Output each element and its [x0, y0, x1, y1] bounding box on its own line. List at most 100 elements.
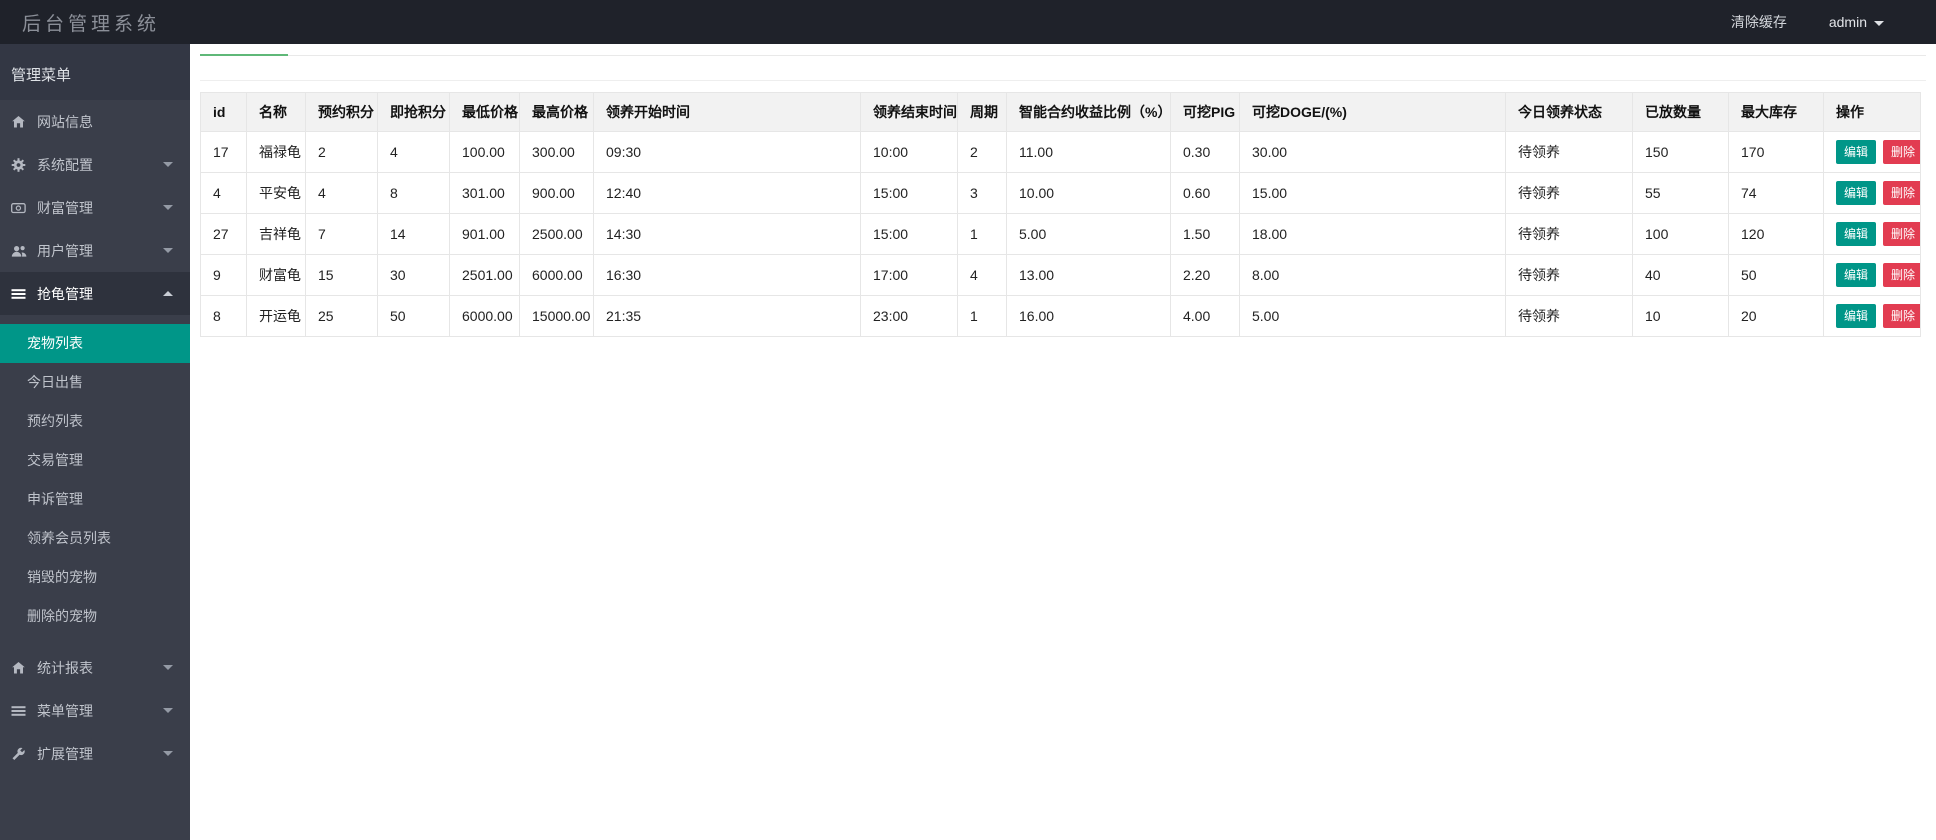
sidebar-item-extension-management[interactable]: 扩展管理 [0, 732, 190, 775]
cell-adopt-end-time: 17:00 [861, 255, 958, 296]
money-icon [11, 200, 28, 215]
sidebar-item-label: 系统配置 [37, 155, 93, 175]
main-content: 抢购列表仓库列表添加 id名称预约积分即抢积分最低价格最高价格领养开始时间领养结… [190, 16, 1936, 337]
cell-id: 4 [201, 173, 247, 214]
sidebar-subitem-adopter-member-list[interactable]: 领养会员列表 [0, 519, 190, 558]
sidebar-subitem-today-sales[interactable]: 今日出售 [0, 363, 190, 402]
user-menu[interactable]: admin [1829, 14, 1884, 30]
cell-name: 吉祥龟 [247, 214, 306, 255]
cell-adopt-start-time: 16:30 [594, 255, 861, 296]
cell-cycle: 1 [958, 214, 1007, 255]
cell-name: 平安龟 [247, 173, 306, 214]
cell-adopt-end-time: 15:00 [861, 214, 958, 255]
cell-contract-yield-percent-day: 5.00 [1007, 214, 1171, 255]
cell-today-adopt-status: 待领养 [1506, 173, 1633, 214]
wrench-icon [11, 746, 28, 761]
cell-minable-pig: 2.20 [1171, 255, 1240, 296]
clear-cache-button[interactable]: 清除缓存 [1731, 12, 1787, 32]
edit-button[interactable]: 编辑 [1836, 304, 1876, 328]
column-header-id: id [201, 93, 247, 132]
column-header-placed-qty: 已放数量 [1633, 93, 1729, 132]
column-header-name: 名称 [247, 93, 306, 132]
table-row: 17福禄龟24100.00300.0009:3010:00211.000.303… [201, 132, 1921, 173]
sidebar-subitem-deleted-pets[interactable]: 删除的宠物 [0, 597, 190, 636]
cell-max-stock: 20 [1729, 296, 1824, 337]
cell-cycle: 4 [958, 255, 1007, 296]
cell-minable-pig: 0.60 [1171, 173, 1240, 214]
cell-max-stock: 120 [1729, 214, 1824, 255]
sidebar-subitem-destroyed-pets[interactable]: 销毁的宠物 [0, 558, 190, 597]
cell-actions: 编辑删除 [1824, 296, 1921, 337]
edit-button[interactable]: 编辑 [1836, 140, 1876, 164]
cell-min-price: 301.00 [450, 173, 520, 214]
column-header-minable-pig: 可挖PIG [1171, 93, 1240, 132]
cell-placed-qty: 10 [1633, 296, 1729, 337]
edit-button[interactable]: 编辑 [1836, 222, 1876, 246]
cell-id: 8 [201, 296, 247, 337]
cell-max-stock: 50 [1729, 255, 1824, 296]
delete-button[interactable]: 删除 [1883, 140, 1920, 164]
cell-minable-pig: 4.00 [1171, 296, 1240, 337]
sidebar-menu: 网站信息系统配置财富管理用户管理抢龟管理宠物列表今日出售预约列表交易管理申诉管理… [0, 100, 190, 775]
delete-button[interactable]: 删除 [1883, 304, 1920, 328]
cell-today-adopt-status: 待领养 [1506, 214, 1633, 255]
cell-min-price: 901.00 [450, 214, 520, 255]
username: admin [1829, 14, 1867, 30]
sidebar-subitem-complaint-management[interactable]: 申诉管理 [0, 480, 190, 519]
sidebar-subitem-pet-list[interactable]: 宠物列表 [0, 324, 190, 363]
column-header-max-stock: 最大库存 [1729, 93, 1824, 132]
cell-id: 9 [201, 255, 247, 296]
cell-adopt-end-time: 23:00 [861, 296, 958, 337]
edit-button[interactable]: 编辑 [1836, 181, 1876, 205]
sidebar-item-label: 统计报表 [37, 658, 93, 678]
topbar-right: 清除缓存 admin [1731, 12, 1936, 32]
chevron-down-icon [1874, 21, 1884, 26]
chevron-up-icon [163, 291, 173, 296]
table-wrap: id名称预约积分即抢积分最低价格最高价格领养开始时间领养结束时间周期智能合约收益… [200, 92, 1926, 337]
cell-min-price: 6000.00 [450, 296, 520, 337]
cell-max-price: 6000.00 [520, 255, 594, 296]
edit-button[interactable]: 编辑 [1836, 263, 1876, 287]
delete-button[interactable]: 删除 [1883, 263, 1920, 287]
table-header-row: id名称预约积分即抢积分最低价格最高价格领养开始时间领养结束时间周期智能合约收益… [201, 93, 1921, 132]
sidebar-item-label: 菜单管理 [37, 701, 93, 721]
cell-name: 开运龟 [247, 296, 306, 337]
column-header-adopt-end-time: 领养结束时间 [861, 93, 958, 132]
sidebar-subitem-trade-management[interactable]: 交易管理 [0, 441, 190, 480]
sidebar-item-site-info[interactable]: 网站信息 [0, 100, 190, 143]
column-header-cycle: 周期 [958, 93, 1007, 132]
cell-max-price: 900.00 [520, 173, 594, 214]
cell-minable-pig: 1.50 [1171, 214, 1240, 255]
sidebar-item-menu-management[interactable]: 菜单管理 [0, 689, 190, 732]
column-header-grab-points: 即抢积分 [378, 93, 450, 132]
cell-placed-qty: 100 [1633, 214, 1729, 255]
home-icon [11, 114, 28, 129]
cell-minable-doge: 8.00 [1240, 255, 1506, 296]
sidebar-item-turtle-management[interactable]: 抢龟管理 [0, 272, 190, 315]
cell-max-price: 2500.00 [520, 214, 594, 255]
table-row: 9财富龟15302501.006000.0016:3017:00413.002.… [201, 255, 1921, 296]
cell-minable-doge: 18.00 [1240, 214, 1506, 255]
chevron-down-icon [163, 205, 173, 210]
cell-actions: 编辑删除 [1824, 132, 1921, 173]
cell-grab-points: 8 [378, 173, 450, 214]
cell-placed-qty: 40 [1633, 255, 1729, 296]
cell-adopt-start-time: 21:35 [594, 296, 861, 337]
column-header-contract-yield-percent-day: 智能合约收益比例（%）/天 [1007, 93, 1171, 132]
chevron-down-icon [163, 162, 173, 167]
cell-id: 17 [201, 132, 247, 173]
sidebar-item-system-config[interactable]: 系统配置 [0, 143, 190, 186]
sidebar-item-wealth-management[interactable]: 财富管理 [0, 186, 190, 229]
menu-list-icon [11, 286, 28, 301]
cell-grab-points: 50 [378, 296, 450, 337]
cell-cycle: 3 [958, 173, 1007, 214]
sidebar-item-user-management[interactable]: 用户管理 [0, 229, 190, 272]
topbar: 后台管理系统 清除缓存 admin [0, 0, 1936, 44]
cell-contract-yield-percent-day: 11.00 [1007, 132, 1171, 173]
cell-max-price: 15000.00 [520, 296, 594, 337]
sidebar-item-statistics-reports[interactable]: 统计报表 [0, 646, 190, 689]
delete-button[interactable]: 删除 [1883, 222, 1920, 246]
sidebar-subitem-reservation-list[interactable]: 预约列表 [0, 402, 190, 441]
delete-button[interactable]: 删除 [1883, 181, 1920, 205]
sidebar-submenu: 宠物列表今日出售预约列表交易管理申诉管理领养会员列表销毁的宠物删除的宠物 [0, 315, 190, 646]
